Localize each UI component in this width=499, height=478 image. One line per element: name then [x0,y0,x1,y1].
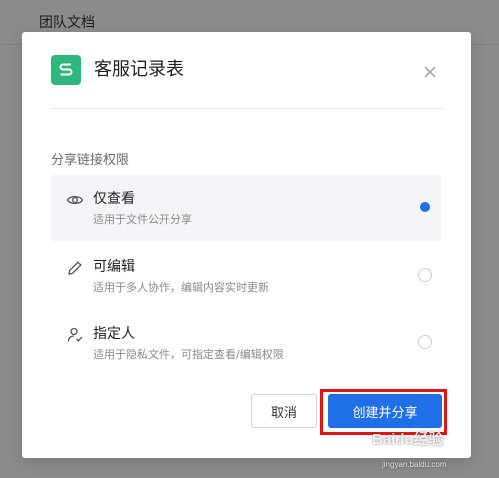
option-desc: 适用于多人协作，编辑内容实时更新 [93,281,269,294]
option-view-only[interactable]: 仅查看 适用于文件公开分享 [51,175,441,241]
option-radio[interactable] [418,268,432,282]
watermark-url: jingyan.baidu.com [382,460,447,469]
create-and-share-button[interactable]: 创建并分享 [328,394,442,428]
app-icon [51,55,81,85]
pencil-icon [66,259,84,277]
option-desc: 适用于文件公开分享 [93,213,192,226]
sheet-logo-icon [59,63,73,76]
close-icon[interactable] [422,64,438,80]
cancel-button[interactable]: 取消 [251,394,317,428]
watermark-brand: Baidu经验 [372,431,444,448]
option-title: 可编辑 [93,259,135,275]
option-radio[interactable] [418,335,432,349]
option-desc: 适用于隐私文件，可指定查看/编辑权限 [93,348,284,361]
option-editable[interactable]: 可编辑 适用于多人协作，编辑内容实时更新 [51,243,441,309]
title-divider [51,108,443,109]
dialog-title: 客服记录表 [94,59,184,80]
section-label: 分享链接权限 [51,153,130,168]
user-check-icon [66,326,84,344]
option-radio[interactable] [418,200,432,214]
option-title: 指定人 [93,326,135,342]
eye-icon [66,191,84,209]
option-specified-people[interactable]: 指定人 适用于隐私文件，可指定查看/编辑权限 [51,310,441,376]
share-dialog: 客服记录表 分享链接权限 仅查看 适用于文件公开分享 可编辑 适用于多人协作，编… [22,32,471,458]
option-title: 仅查看 [93,191,135,207]
